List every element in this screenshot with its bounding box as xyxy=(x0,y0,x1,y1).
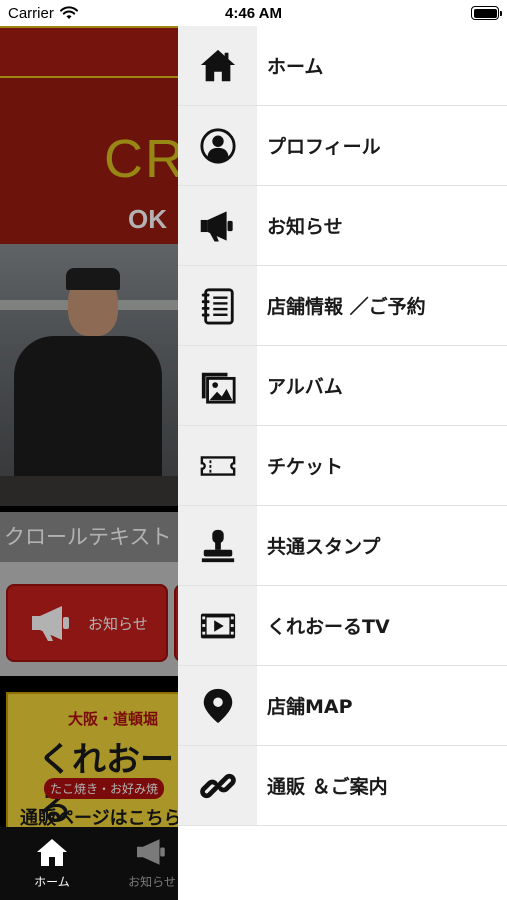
drawer-icon-cell xyxy=(178,346,257,425)
drawer-icon-cell xyxy=(178,186,257,265)
drawer-item-home[interactable]: ホーム xyxy=(178,26,507,106)
link-icon xyxy=(199,773,236,798)
album-icon xyxy=(201,372,236,404)
tab-notice-label: お知らせ xyxy=(128,875,176,889)
drawer-icon-cell xyxy=(178,26,257,105)
drawer-icon-cell xyxy=(178,746,257,825)
home-icon xyxy=(37,839,67,866)
drawer-item-album[interactable]: アルバム xyxy=(178,346,507,426)
drawer-icon-cell xyxy=(178,586,257,665)
stamp-icon xyxy=(201,529,234,562)
drawer-item-label: プロフィール xyxy=(267,136,381,158)
megaphone-icon xyxy=(200,210,233,242)
tv-icon xyxy=(200,613,235,638)
drawer-item-label: 共通スタンプ xyxy=(267,536,381,558)
drawer-icon-cell xyxy=(178,506,257,585)
drawer-icon-cell xyxy=(178,266,257,345)
drawer-icon-cell xyxy=(178,106,257,185)
wifi-icon xyxy=(59,6,78,19)
map-pin-icon xyxy=(203,688,232,723)
side-drawer-menu: ホーム プロフィール お知らせ 店舗情報 ／ご予約 アルバム チケット 共通スタ… xyxy=(178,26,507,900)
profile-icon xyxy=(199,127,236,164)
status-bar: Carrier 4:46 AM xyxy=(0,0,507,26)
drawer-item-label: 通販 ＆ご案内 xyxy=(267,776,388,798)
drawer-item-label: 店舗情報 ／ご予約 xyxy=(267,296,426,318)
drawer-item-label: ホーム xyxy=(267,56,324,78)
drawer-item-profile[interactable]: プロフィール xyxy=(178,106,507,186)
drawer-item-stamp[interactable]: 共通スタンプ xyxy=(178,506,507,586)
drawer-icon-cell xyxy=(178,426,257,505)
ticket-icon xyxy=(200,455,235,476)
drawer-item-label: くれおーるTV xyxy=(267,616,390,638)
notebook-icon xyxy=(201,287,234,325)
drawer-item-shop-info[interactable]: 店舗情報 ／ご予約 xyxy=(178,266,507,346)
tab-home[interactable]: ホーム xyxy=(12,837,92,890)
drawer-item-label: アルバム xyxy=(267,376,343,398)
drawer-item-label: 店舗MAP xyxy=(267,696,353,718)
drawer-item-label: お知らせ xyxy=(267,216,343,238)
status-carrier: Carrier xyxy=(8,5,78,22)
drawer-item-notice[interactable]: お知らせ xyxy=(178,186,507,266)
battery-icon xyxy=(471,6,502,20)
home-icon xyxy=(200,49,235,81)
drawer-item-shop-link[interactable]: 通販 ＆ご案内 xyxy=(178,746,507,826)
carrier-label: Carrier xyxy=(8,4,54,22)
drawer-item-tv[interactable]: くれおーるTV xyxy=(178,586,507,666)
tab-home-label: ホーム xyxy=(34,875,70,889)
drawer-item-map[interactable]: 店舗MAP xyxy=(178,666,507,746)
drawer-item-ticket[interactable]: チケット xyxy=(178,426,507,506)
drawer-item-label: チケット xyxy=(267,456,344,478)
drawer-icon-cell xyxy=(178,666,257,745)
megaphone-icon xyxy=(137,839,165,865)
